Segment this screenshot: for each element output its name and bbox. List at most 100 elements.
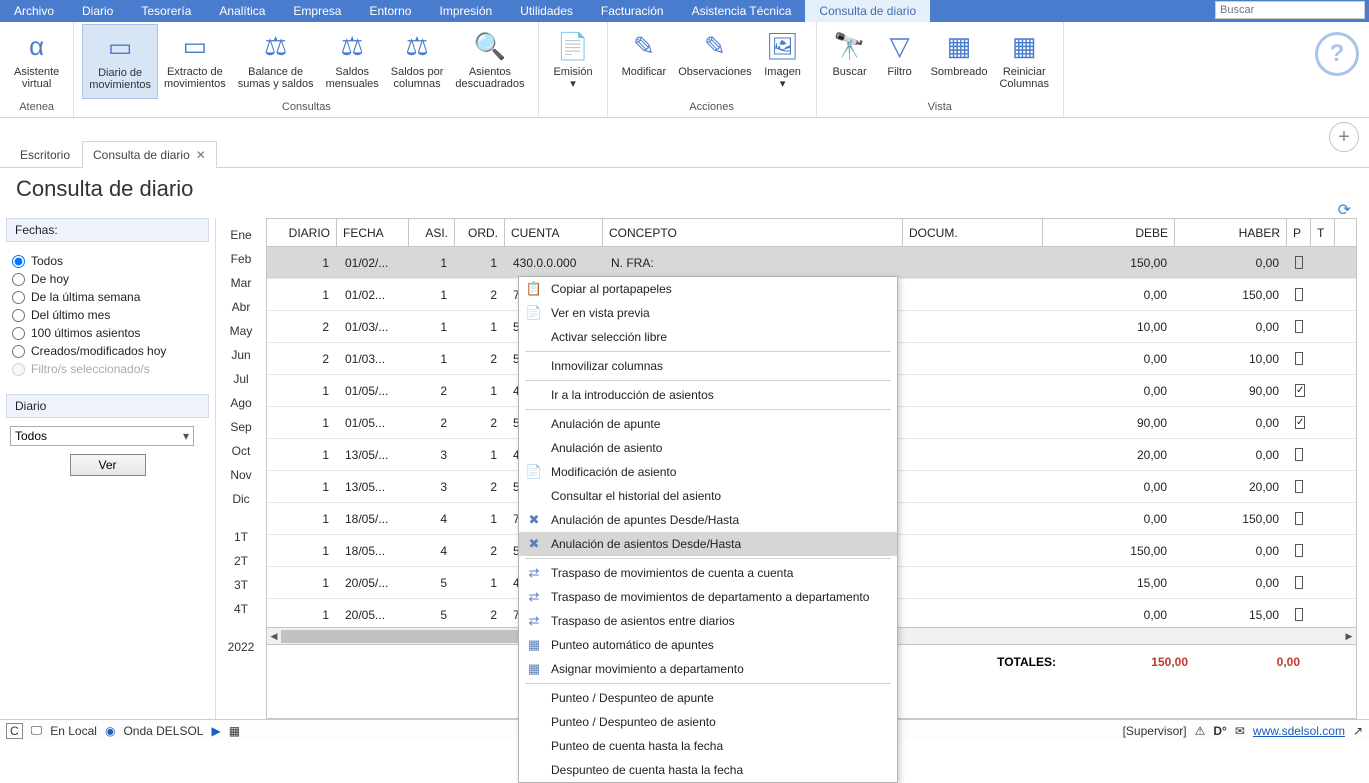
radio-input[interactable]	[12, 327, 25, 340]
context-menu-item[interactable]: Ir a la introducción de asientos	[519, 383, 897, 407]
month-item[interactable]: Oct	[232, 444, 251, 458]
month-item[interactable]: 2T	[234, 554, 248, 568]
diario-select[interactable]: Todos	[10, 426, 194, 446]
add-icon[interactable]: +	[1329, 122, 1359, 152]
cell-p[interactable]	[1287, 352, 1311, 365]
radio-input[interactable]	[12, 363, 25, 376]
cell-p[interactable]	[1287, 576, 1311, 589]
ribbon-asientos[interactable]: 🔍Asientosdescuadrados	[449, 24, 530, 99]
col-ord[interactable]: ORD.	[455, 219, 505, 246]
month-item[interactable]: Dic	[232, 492, 249, 506]
tab-consulta-diario[interactable]: Consulta de diario✕	[82, 141, 217, 168]
mail-icon[interactable]: ✉	[1235, 724, 1245, 738]
cell-p[interactable]	[1287, 544, 1311, 557]
ribbon-sombreado[interactable]: ▦Sombreado	[925, 24, 994, 99]
ribbon-emisión[interactable]: 📄Emisión▾	[547, 24, 598, 111]
month-item[interactable]: 3T	[234, 578, 248, 592]
context-menu-item[interactable]: Punteo de cuenta hasta la fecha	[519, 734, 897, 758]
month-item[interactable]: Abr	[232, 300, 251, 314]
broadcast-icon[interactable]: ◉	[105, 724, 115, 738]
ribbon-balance-de[interactable]: ⚖Balance desumas y saldos	[232, 24, 320, 99]
context-menu-item[interactable]: Punteo / Despunteo de asiento	[519, 710, 897, 734]
cell-p[interactable]: ✓	[1287, 384, 1311, 397]
col-asi[interactable]: ASI.	[409, 219, 455, 246]
col-t[interactable]: T	[1311, 219, 1335, 246]
month-item[interactable]: 1T	[234, 530, 248, 544]
context-menu-item[interactable]: Anulación de asiento	[519, 436, 897, 460]
table-row[interactable]: 101/02/...11430.0.0.000N. FRA:150,000,00	[267, 247, 1356, 279]
context-menu-item[interactable]: Inmovilizar columnas	[519, 354, 897, 378]
col-cuenta[interactable]: CUENTA	[505, 219, 603, 246]
context-menu-item[interactable]: ✖Anulación de apuntes Desde/Hasta	[519, 508, 897, 532]
filter-option[interactable]: De hoy	[12, 272, 203, 286]
tab-escritorio[interactable]: Escritorio	[10, 142, 80, 168]
month-item[interactable]: 4T	[234, 602, 248, 616]
ribbon-reiniciar[interactable]: ▦ReiniciarColumnas	[993, 24, 1055, 99]
month-item[interactable]: Jun	[231, 348, 250, 362]
menu-tesoreria[interactable]: Tesorería	[127, 0, 205, 22]
d-icon[interactable]: D°	[1213, 724, 1226, 738]
context-menu-item[interactable]: ⇄Traspaso de movimientos de departamento…	[519, 585, 897, 609]
menu-facturacion[interactable]: Facturación	[587, 0, 678, 22]
ver-button[interactable]: Ver	[70, 454, 146, 476]
context-menu-item[interactable]: ✖Anulación de asientos Desde/Hasta	[519, 532, 897, 556]
cell-p[interactable]	[1287, 480, 1311, 493]
close-icon[interactable]: ✕	[196, 148, 206, 162]
cell-p[interactable]	[1287, 448, 1311, 461]
context-menu-item[interactable]: ▦Asignar movimiento a departamento	[519, 657, 897, 681]
cell-p[interactable]	[1287, 256, 1311, 269]
ribbon-filtro[interactable]: ▽Filtro	[875, 24, 925, 99]
ribbon-modificar[interactable]: ✎Modificar	[616, 24, 673, 99]
col-docum[interactable]: DOCUM.	[903, 219, 1043, 246]
context-menu-item[interactable]: Anulación de apunte	[519, 412, 897, 436]
ribbon-saldos-por[interactable]: ⚖Saldos porcolumnas	[385, 24, 450, 99]
cell-p[interactable]	[1287, 608, 1311, 621]
col-p[interactable]: P	[1287, 219, 1311, 246]
month-item[interactable]: Ene	[230, 228, 251, 242]
ribbon-saldos[interactable]: ⚖Saldosmensuales	[320, 24, 385, 99]
radio-input[interactable]	[12, 255, 25, 268]
menu-empresa[interactable]: Empresa	[279, 0, 355, 22]
month-item[interactable]: May	[230, 324, 253, 338]
context-menu-item[interactable]: Consultar el historial del asiento	[519, 484, 897, 508]
col-diario[interactable]: DIARIO	[267, 219, 337, 246]
menu-utilidades[interactable]: Utilidades	[506, 0, 587, 22]
filter-option[interactable]: Del último mes	[12, 308, 203, 322]
filter-option[interactable]: De la última semana	[12, 290, 203, 304]
radio-input[interactable]	[12, 309, 25, 322]
ribbon-asistente[interactable]: αAsistentevirtual	[8, 24, 65, 99]
radio-input[interactable]	[12, 273, 25, 286]
cell-p[interactable]: ✓	[1287, 416, 1311, 429]
context-menu-item[interactable]: Despunteo de cuenta hasta la fecha	[519, 758, 897, 782]
ribbon-observaciones[interactable]: ✎Observaciones	[672, 24, 757, 99]
month-item[interactable]: Feb	[231, 252, 252, 266]
status-url-link[interactable]: www.sdelsol.com	[1253, 724, 1345, 738]
status-c-icon[interactable]: C	[6, 723, 23, 739]
col-debe[interactable]: DEBE	[1043, 219, 1175, 246]
menu-diario[interactable]: Diario	[68, 0, 127, 22]
menu-consulta-diario[interactable]: Consulta de diario	[805, 0, 930, 22]
ribbon-buscar[interactable]: 🔭Buscar	[825, 24, 875, 99]
month-item[interactable]: Sep	[230, 420, 251, 434]
context-menu-item[interactable]: 📄Ver en vista previa	[519, 301, 897, 325]
status-onda[interactable]: Onda DELSOL	[123, 724, 203, 738]
radio-input[interactable]	[12, 345, 25, 358]
menu-entorno[interactable]: Entorno	[355, 0, 425, 22]
month-item[interactable]: Mar	[231, 276, 252, 290]
cell-p[interactable]	[1287, 512, 1311, 525]
filter-option[interactable]: 100 últimos asientos	[12, 326, 203, 340]
cell-p[interactable]	[1287, 320, 1311, 333]
context-menu-item[interactable]: Punteo / Despunteo de apunte	[519, 686, 897, 710]
warning-icon[interactable]: ⚠	[1195, 724, 1206, 738]
menu-archivo[interactable]: Archivo	[0, 0, 68, 22]
context-menu-item[interactable]: ▦Punteo automático de apuntes	[519, 633, 897, 657]
menu-asistencia[interactable]: Asistencia Técnica	[678, 0, 806, 22]
context-menu-item[interactable]: Activar selección libre	[519, 325, 897, 349]
menu-impresion[interactable]: Impresión	[425, 0, 506, 22]
search-input[interactable]	[1215, 1, 1365, 19]
scroll-left-icon[interactable]: ◀	[267, 628, 281, 644]
calendar-icon[interactable]: ▦	[229, 724, 240, 738]
filter-option[interactable]: Todos	[12, 254, 203, 268]
cell-p[interactable]	[1287, 288, 1311, 301]
external-icon[interactable]: ↗	[1353, 724, 1363, 738]
